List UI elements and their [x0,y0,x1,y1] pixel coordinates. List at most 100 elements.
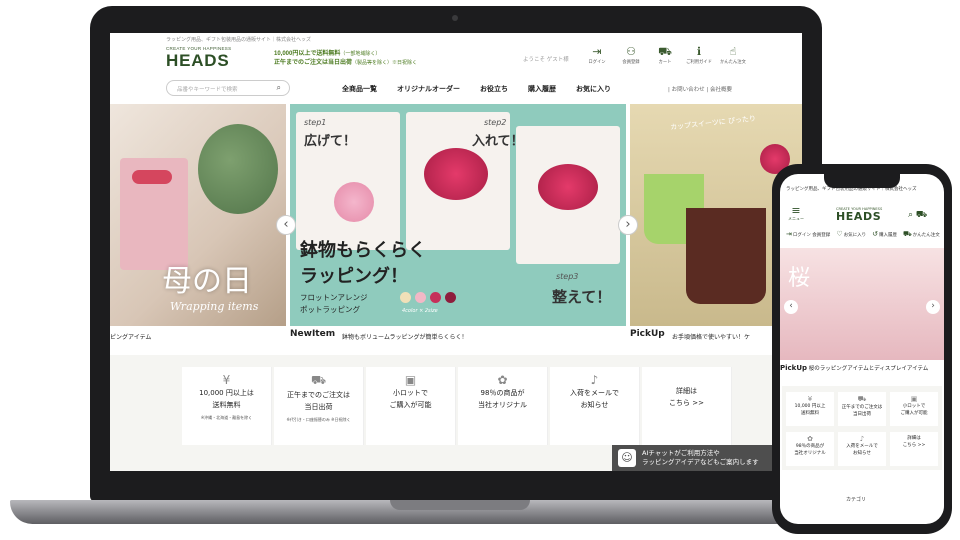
ai-chat-banner[interactable]: ☺ AIチャットがご利用方法や ラッピングアイデアなどもご案内します [612,445,782,471]
slide-title: 母の日 [162,264,252,299]
heart-icon: ♡ [836,230,843,238]
search-icon[interactable]: ⌕ [277,83,281,93]
welcome-text: ようこそ ゲスト様 [523,57,569,63]
mobile-feature-card: ♪ 入荷をメールで お知らせ [838,432,886,466]
search-icon[interactable]: ⌕ [908,210,913,220]
mobile-hero[interactable]: 桜 ‹ › [780,248,944,360]
search-input[interactable]: 品番やキーワードで検索 ⌕ [166,80,290,96]
mobile-nav: ⇥ログイン 会員登録 ♡お気に入り ↺購入履歴 ⛟かんたん注文 [786,230,944,239]
feature-card[interactable]: 詳細は こちら >> [642,367,732,445]
carousel-prev-button[interactable]: ‹ [276,215,296,235]
mobile-nav-item[interactable]: ♡お気に入り [836,230,866,239]
step3-text: 整えて！ [552,288,612,306]
header-link-0[interactable]: ⇥ ログイン [580,45,614,65]
caption-left: ピングアイテム [110,334,152,341]
step3-label: step3 [556,272,579,281]
site-logo[interactable]: HEADS [166,51,230,71]
header-link-label: カート [658,60,672,65]
feature-text: お知らせ [580,401,609,409]
feature-icon: ▣ [910,395,918,403]
sub-nav: | お問い合わせ | 会社概要 [668,87,732,93]
mobile-feature-text: 98％の商品が [795,444,825,449]
feature-text: こちら >> [669,399,704,407]
feature-text: 小ロットで [393,389,428,397]
mobile-nav-item[interactable]: ⛟かんたん注文 [903,230,940,239]
mobile-logo[interactable]: HEADS [836,210,881,223]
mobile-menu-button[interactable]: ≡ メニュー [788,204,804,222]
header-link-label: かんたん注文 [720,60,746,65]
feature-text: 10,000 円以上は [199,389,254,397]
desktop-site: ラッピング用品、ギフト包装用品の通販サイト｜株式会社ヘッズ CREATE YOU… [110,33,802,471]
slide-caption: フロットンアレンジ ポットラッピング [300,292,368,316]
catchphrase-line: 鉢物もらくらく [300,240,426,261]
member-icon: ⚇ [626,45,636,58]
feature-text: 正午までのご注文は [287,391,350,399]
hero-carousel: 母の日 Wrapping items step1 広げて！ step2 入れて！… [110,104,802,326]
header-link-4[interactable]: ☝ かんたん注文 [716,45,750,65]
cup-image [686,208,766,304]
site-tagline: ラッピング用品、ギフト包装用品の通販サイト｜株式会社ヘッズ [166,37,312,43]
nav-useful[interactable]: お役立ち [480,84,508,94]
mobile-section-heading: カテゴリ [846,497,867,503]
mobile-feature-text: 正午までのご注文は [841,405,883,410]
nav-contact[interactable]: お問い合わせ [672,87,705,93]
promo-free-shipping: 10,000円以上で送料無料 [274,51,341,57]
feature-text: 入荷をメールで [570,389,619,397]
mobile-nav-label: お気に入り [843,233,867,238]
feature-icon: ⛟ [857,395,867,403]
mobile-pickup-label: PickUp [780,364,808,372]
mobile-feature-text: 当日出荷 [853,412,871,417]
bell-icon: ♪ [590,373,599,387]
header-link-1[interactable]: ⚇ 会員登録 [614,45,648,65]
mobile-nav-item[interactable]: ↺購入履歴 [872,230,897,239]
feature-note: ※代引き・口座振替のみ ※日祝除く [286,417,351,422]
promo-same-day: 正午までのご注文は当日出荷 [274,60,353,66]
slide-catchphrase: 鉢物もらくらく ラッピング！ [300,238,426,290]
mobile-feature-text: 当社オリジナル [794,451,826,456]
carousel-next-button[interactable]: › [618,215,638,235]
feature-icon: ✿ [807,435,813,443]
mobile-feature-text: お知らせ [853,451,871,456]
header-link-3[interactable]: ℹ ご利用ガイド [682,45,716,65]
menu-label: メニュー [788,216,804,221]
feature-text: 98％の商品が [480,389,525,397]
step2-text: 入れて！ [472,134,524,149]
slide-mothers-day[interactable]: 母の日 Wrapping items [110,104,286,326]
mobile-nav-label: ログイン 会員登録 [792,233,831,238]
mobile-site: ラッピング用品、ギフト包装用品の通販サイト｜株式会社ヘッズ ≡ メニュー CRE… [780,174,944,524]
mobile-feature-card: ⛟ 正午までのご注文は 当日出荷 [838,392,886,426]
step1-label: step1 [304,118,327,127]
mobile-feature-text: 小ロットで [902,404,926,409]
slide-subtitle: Wrapping items [170,300,259,313]
mobile-feature-card[interactable]: 詳細は こちら >> [890,432,938,466]
feature-card: ⛟ 正午までのご注文は 当日出荷 ※代引き・口座振替のみ ※日祝除く [274,367,364,445]
promo-note-2: （製品等を除く）※日祝除く [352,60,418,66]
login-icon: ⇥ [786,230,792,238]
feature-card: ▣ 小ロットで ご購入が可能 [366,367,456,445]
hamburger-icon: ≡ [791,204,801,217]
header-link-2[interactable]: ⛟ カート [648,45,682,65]
slide-pot-wrapping[interactable]: step1 広げて！ step2 入れて！ 鉢物もらくらく ラッピング！ フロット… [290,104,626,326]
mobile-next-button[interactable]: › [926,300,940,314]
slide-captions: ピングアイテム NewItem 鉢物もボリュームラッピングが簡単らくらく！ Pi… [110,326,802,346]
slide-right-text: カップスイーツに ぴったり [669,114,757,132]
nav-favorites[interactable]: お気に入り [576,84,611,94]
nav-company[interactable]: 会社概要 [710,87,732,93]
search-placeholder: 品番やキーワードで検索 [177,87,238,93]
nav-original-order[interactable]: オリジナルオーダー [397,84,460,94]
mobile-pickup-text: 桜のラッピングアイテムとディスプレイアイテム [808,366,929,372]
box-icon: ▣ [404,373,417,387]
new-item-label: NewItem [290,329,336,339]
nav-all-products[interactable]: 全商品一覧 [342,84,377,94]
mobile-nav-item[interactable]: ⇥ログイン 会員登録 [786,230,830,239]
nav-purchase-history[interactable]: 購入履歴 [528,84,556,94]
mobile-feature-text: 10,000 円以上 [794,404,826,409]
mobile-feature-text: 詳細は [907,436,921,441]
color-swatches [400,292,456,303]
mobile-prev-button[interactable]: ‹ [784,300,798,314]
mobile-feature-card: ✿ 98％の商品が 当社オリジナル [786,432,834,466]
header-link-label: ご利用ガイド [686,60,712,65]
guide-icon: ℹ [696,45,702,58]
cart-icon[interactable]: ⛟ [916,210,927,220]
header-link-label: ログイン [588,60,606,65]
